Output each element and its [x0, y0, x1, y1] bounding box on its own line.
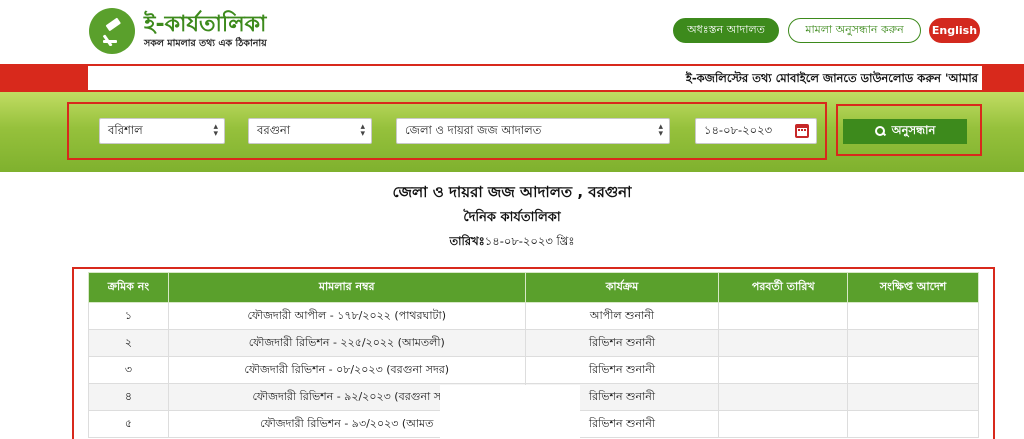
cell-activity: আপীল শুনানী	[524, 302, 720, 330]
table-row: ২ ফৌজদারী রিভিশন - ২২৫/২০২২ (আমতলী) রিভি…	[88, 329, 979, 357]
date-input-value: ১৪-০৮-২০২৩	[704, 122, 773, 137]
cell-serial: ১	[88, 302, 169, 330]
district-select-value: বরগুনা	[257, 122, 291, 137]
header-case-number: মামলার নম্বর	[167, 272, 526, 303]
court-select-value: জেলা ও দায়রা জজ আদালত	[405, 122, 542, 137]
gavel-icon[interactable]	[89, 8, 135, 54]
cell-case-number: ফৌজদারী রিভিশন - ০৮/২০২৩ (বরগুনা সদর)	[167, 356, 526, 384]
date-value: ১৪-০৮-২০২৩ খ্রিঃ	[484, 234, 575, 248]
cell-next-date	[718, 383, 849, 411]
header-short-order: সংক্ষিপ্ত আদেশ	[847, 272, 979, 303]
case-search-button[interactable]: মামলা অনুসন্ধান করুন	[788, 18, 921, 43]
court-title: জেলা ও দায়রা জজ আদালত , বরগুনা	[392, 183, 632, 201]
cell-serial: ৩	[88, 356, 169, 384]
table-row: ১ ফৌজদারী আপীল - ১৭৮/২০২২ (পাথরঘাটা) আপী…	[88, 302, 979, 330]
notice-text[interactable]: ই-কজলিস্টের তথ্য মোবাইলে জানতে ডাউনলোড ক…	[686, 70, 978, 89]
cell-case-number: ফৌজদারী রিভিশন - ২২৫/২০২২ (আমতলী)	[167, 329, 526, 357]
cell-short-order	[847, 302, 979, 330]
site-tagline: সকল মামলার তথ্য এক ঠিকানায়	[144, 38, 267, 49]
cell-serial: ৫	[88, 410, 169, 438]
cell-short-order	[847, 329, 979, 357]
search-icon	[874, 126, 886, 137]
cell-next-date	[718, 302, 849, 330]
page: ই-কার্যতালিকা সকল মামলার তথ্য এক ঠিকানায…	[0, 0, 1024, 439]
cell-activity: রিভিশন শুনানী	[524, 356, 720, 384]
lower-court-button[interactable]: অধঃস্তন আদালত	[673, 18, 779, 43]
date-label: তারিখঃ	[449, 234, 485, 248]
cell-next-date	[718, 356, 849, 384]
cell-short-order	[847, 383, 979, 411]
table-row: ৩ ফৌজদারী রিভিশন - ০৮/২০২৩ (বরগুনা সদর) …	[88, 356, 979, 384]
notice-marquee: ই-কজলিস্টের তথ্য মোবাইলে জানতে ডাউনলোড ক…	[88, 66, 982, 90]
cell-serial: ২	[88, 329, 169, 357]
district-select[interactable]: বরগুনা ▴ ▾	[248, 118, 372, 144]
english-language-button[interactable]: English	[929, 18, 980, 43]
search-button-label: অনুসন্ধান	[891, 123, 936, 137]
site-header: ই-কার্যতালিকা সকল মামলার তথ্য এক ঠিকানায…	[0, 0, 1024, 64]
select-caret-icon: ▴ ▾	[360, 122, 365, 139]
division-select[interactable]: বরিশাল ▴ ▾	[99, 118, 225, 144]
table-header-row: ক্রমিক নং মামলার নম্বর কার্যক্রম পরবর্তী…	[88, 272, 979, 303]
image-occlusion	[440, 385, 580, 439]
cell-next-date	[718, 329, 849, 357]
cell-short-order	[847, 356, 979, 384]
notice-band: ই-কজলিস্টের তথ্য মোবাইলে জানতে ডাউনলোড ক…	[0, 64, 1024, 92]
cause-list-title: দৈনিক কার্যতালিকা	[463, 210, 561, 225]
cell-next-date	[718, 410, 849, 438]
cell-serial: ৪	[88, 383, 169, 411]
header-serial: ক্রমিক নং	[88, 272, 169, 303]
header-activity: কার্যক্রম	[524, 272, 720, 303]
cell-case-number: ফৌজদারী আপীল - ১৭৮/২০২২ (পাথরঘাটা)	[167, 302, 526, 330]
division-select-value: বরিশাল	[108, 122, 143, 137]
cause-list-date: তারিখঃ১৪-০৮-২০২৩ খ্রিঃ	[0, 233, 1024, 252]
select-caret-icon: ▴ ▾	[658, 122, 663, 139]
cell-short-order	[847, 410, 979, 438]
date-input[interactable]: ১৪-০৮-২০২৩	[695, 118, 817, 144]
search-button[interactable]: অনুসন্ধান	[843, 119, 967, 144]
cell-activity: রিভিশন শুনানী	[524, 329, 720, 357]
select-caret-icon: ▴ ▾	[213, 122, 218, 139]
court-select[interactable]: জেলা ও দায়রা জজ আদালত ▴ ▾	[396, 118, 670, 144]
header-next-date: পরবর্তী তারিখ	[718, 272, 849, 303]
calendar-icon[interactable]	[795, 124, 809, 138]
